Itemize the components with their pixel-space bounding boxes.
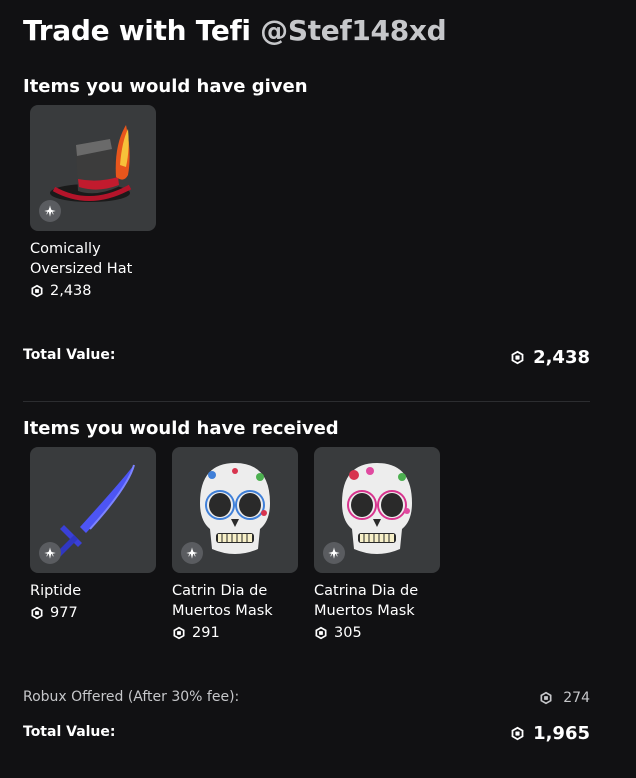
item-name[interactable]: Catrin Dia de Muertos Mask bbox=[172, 581, 298, 621]
received-total-amount: 1,965 bbox=[533, 723, 590, 744]
limited-badge-icon bbox=[39, 200, 61, 222]
item-price: 2,438 bbox=[30, 283, 156, 299]
given-item-card[interactable]: Comically Oversized Hat 2,438 bbox=[30, 105, 156, 299]
item-name[interactable]: Riptide bbox=[30, 581, 156, 601]
item-thumbnail[interactable] bbox=[30, 447, 156, 573]
item-name[interactable]: Catrina Dia de Muertos Mask bbox=[314, 581, 440, 621]
trade-title: Trade with Tefi @Stef148xd bbox=[23, 14, 447, 47]
robux-icon bbox=[510, 350, 525, 365]
item-price: 977 bbox=[30, 605, 156, 621]
received-section-heading: Items you would have received bbox=[23, 418, 339, 439]
item-thumbnail[interactable] bbox=[30, 105, 156, 231]
received-total-value: 1,965 bbox=[510, 723, 590, 744]
robux-offered-label: Robux Offered (After 30% fee): bbox=[23, 689, 240, 705]
robux-icon bbox=[314, 626, 328, 640]
robux-icon bbox=[172, 626, 186, 640]
trade-title-text: Trade with Tefi bbox=[23, 14, 251, 47]
received-total-label: Total Value: bbox=[23, 724, 116, 740]
robux-icon bbox=[30, 606, 44, 620]
item-thumbnail[interactable] bbox=[172, 447, 298, 573]
limited-badge-icon bbox=[323, 542, 345, 564]
received-item-card[interactable]: Catrina Dia de Muertos Mask 305 bbox=[314, 447, 440, 641]
robux-icon bbox=[539, 691, 553, 705]
item-price-value: 305 bbox=[334, 625, 362, 641]
robux-icon bbox=[30, 284, 44, 298]
robux-icon bbox=[510, 726, 525, 741]
given-section-heading: Items you would have given bbox=[23, 76, 308, 97]
item-price-value: 2,438 bbox=[50, 283, 92, 299]
trade-partner-username[interactable]: @Stef148xd bbox=[260, 14, 447, 47]
received-item-card[interactable]: Riptide 977 bbox=[30, 447, 156, 621]
limited-badge-icon bbox=[39, 542, 61, 564]
item-thumbnail[interactable] bbox=[314, 447, 440, 573]
given-total-amount: 2,438 bbox=[533, 347, 590, 368]
given-total-value: 2,438 bbox=[510, 347, 590, 368]
robux-offered-amount: 274 bbox=[563, 690, 590, 706]
robux-offered-value: 274 bbox=[539, 690, 590, 706]
received-item-card[interactable]: Catrin Dia de Muertos Mask 291 bbox=[172, 447, 298, 641]
section-divider bbox=[23, 401, 590, 402]
item-price: 291 bbox=[172, 625, 298, 641]
item-price-value: 291 bbox=[192, 625, 220, 641]
item-price-value: 977 bbox=[50, 605, 78, 621]
item-name[interactable]: Comically Oversized Hat bbox=[30, 239, 156, 279]
given-total-label: Total Value: bbox=[23, 347, 116, 363]
item-price: 305 bbox=[314, 625, 440, 641]
limited-badge-icon bbox=[181, 542, 203, 564]
